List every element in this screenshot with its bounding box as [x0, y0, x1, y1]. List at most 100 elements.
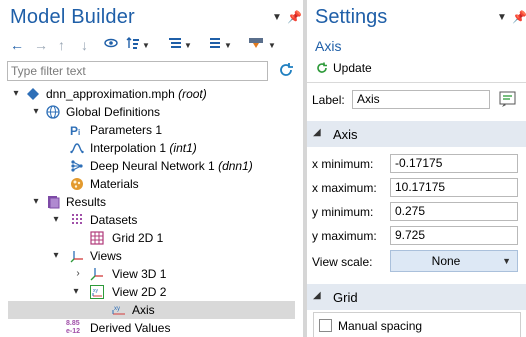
manual-spacing-label: Manual spacing: [338, 319, 423, 333]
tree-node-root[interactable]: ▾ dnn_approximation.mph (root): [8, 85, 295, 103]
svg-text:xy: xy: [114, 306, 120, 312]
pin-icon[interactable]: 📌: [512, 10, 526, 24]
tree-node-label: Results: [66, 195, 107, 209]
tree-node-interpolation[interactable]: Interpolation 1 (int1): [8, 139, 295, 157]
tree-node-derived-values[interactable]: 8.85 e-12 Derived Values: [8, 319, 295, 337]
tree-node-label: Views: [90, 249, 122, 263]
tree-node-results[interactable]: ▾ Results: [8, 193, 295, 211]
view-scale-value: None: [431, 254, 461, 268]
tree-node-label: Axis: [132, 303, 155, 317]
collapse-arrow-icon[interactable]: ▾: [30, 193, 42, 211]
section-collapse-icon: ◢: [313, 290, 321, 301]
tree-node-axis[interactable]: xy Axis: [8, 301, 295, 319]
collapse-arrow-icon[interactable]: ▾: [30, 103, 42, 121]
tree-node-label: Global Definitions: [66, 105, 161, 119]
move-up-icon[interactable]: ↑: [58, 36, 65, 54]
chevron-down-icon: ▼: [502, 256, 511, 266]
separator: [307, 82, 526, 83]
tree-node-label: Materials: [90, 177, 139, 191]
panel-title: Model Builder: [10, 6, 135, 28]
view-2d-icon: xy: [90, 285, 104, 299]
collapse-arrow-icon[interactable]: ▾: [70, 283, 82, 301]
neural-network-icon: [70, 159, 84, 173]
tree-node-label: Derived Values: [90, 321, 171, 335]
collapse-arrow-icon[interactable]: ▾: [50, 211, 62, 229]
expand-icon[interactable]: ▼: [168, 36, 192, 54]
view-scale-select[interactable]: None ▼: [390, 250, 518, 272]
derived-icon-bottom: e-12: [66, 328, 81, 335]
tree-node-parameters[interactable]: Pi Parameters 1: [8, 121, 295, 139]
grid-section-header[interactable]: ◢ Grid: [307, 284, 526, 310]
label-input[interactable]: Axis: [352, 90, 490, 109]
model-icon[interactable]: ▼: [248, 36, 276, 54]
pin-icon[interactable]: 📌: [287, 10, 302, 24]
pane-menu-icon[interactable]: ▼: [272, 12, 282, 23]
model-file-icon: [26, 87, 40, 101]
tree-node-label: Deep Neural Network 1 (dnn1): [90, 157, 253, 175]
settings-subtitle: Axis: [315, 38, 342, 54]
section-title: Grid: [333, 290, 358, 305]
update-label: Update: [333, 61, 372, 75]
tree-node-view3d[interactable]: › View 3D 1: [8, 265, 295, 283]
back-arrow-icon[interactable]: ←: [10, 36, 24, 54]
update-button[interactable]: Update: [315, 59, 372, 77]
refresh-icon[interactable]: [277, 61, 295, 79]
tree-node-views[interactable]: ▾ Views: [8, 247, 295, 265]
tree-node-label: Datasets: [90, 213, 138, 227]
root-name: dnn_approximation.mph: [46, 87, 175, 101]
tree-filter-input[interactable]: [7, 61, 268, 81]
axis-icon: xy: [112, 303, 126, 317]
x-max-input[interactable]: 10.17175: [390, 178, 518, 197]
interp-tag: (int1): [169, 141, 197, 155]
globe-icon: [46, 105, 60, 119]
x-min-input[interactable]: -0.17175: [390, 154, 518, 173]
x-min-label: x minimum:: [312, 157, 374, 171]
dnn-name: Deep Neural Network 1: [90, 159, 215, 173]
derived-icon-top: 8.85: [66, 320, 80, 327]
settings-title: Settings: [315, 6, 388, 28]
materials-icon: [70, 177, 84, 191]
tree-node-dnn[interactable]: Deep Neural Network 1 (dnn1): [8, 157, 295, 175]
tree-node-global-definitions[interactable]: ▾ Global Definitions: [8, 103, 295, 121]
view-scale-label: View scale:: [312, 255, 373, 269]
y-min-input[interactable]: 0.275: [390, 202, 518, 221]
axis-section-header[interactable]: ◢ Axis: [307, 121, 526, 147]
view-3d-icon: [90, 267, 104, 281]
section-collapse-icon: ◢: [313, 127, 321, 138]
y-min-label: y minimum:: [312, 205, 374, 219]
parameter-icon: Pi: [70, 124, 81, 138]
show-icon[interactable]: [104, 36, 118, 54]
tree-node-view2d[interactable]: ▾ xy View 2D 2: [8, 283, 295, 301]
expand-arrow-icon[interactable]: ›: [72, 265, 84, 283]
y-max-label: y maximum:: [312, 229, 377, 243]
manual-spacing-checkbox[interactable]: Manual spacing: [319, 318, 422, 334]
dnn-tag: (dnn1): [218, 159, 253, 173]
collapse-arrow-icon[interactable]: ▾: [10, 85, 22, 103]
update-icon: [315, 61, 329, 75]
tree-node-label: View 3D 1: [112, 267, 167, 281]
label-edit-icon[interactable]: [498, 89, 518, 109]
svg-text:xy: xy: [93, 288, 99, 294]
tree-node-grid2d[interactable]: Grid 2D 1: [8, 229, 295, 247]
tree-node-root-label: dnn_approximation.mph (root): [46, 85, 207, 103]
forward-arrow-icon[interactable]: →: [34, 36, 48, 54]
list-icon[interactable]: ▼: [208, 36, 232, 54]
tree-node-label: Parameters 1: [90, 123, 163, 137]
model-builder-titlebar: Model Builder ▼ 📌: [0, 0, 303, 34]
tree-node-label: View 2D 2: [112, 285, 167, 299]
root-tag: (root): [178, 87, 207, 101]
tree-node-datasets[interactable]: ▾ Datasets: [8, 211, 295, 229]
collapse-arrow-icon[interactable]: ▾: [50, 247, 62, 265]
sort-icon[interactable]: ▼: [126, 36, 150, 54]
views-axes-icon: [70, 249, 84, 263]
move-down-icon[interactable]: ↓: [81, 36, 88, 54]
tree-node-label: Grid 2D 1: [112, 231, 164, 245]
x-max-label: x maximum:: [312, 181, 377, 195]
checkbox-box[interactable]: [319, 319, 332, 332]
tree-node-materials[interactable]: Materials: [8, 175, 295, 193]
settings-panel: Settings ▼ 📌 Axis Update Label: Axis ◢ A…: [307, 0, 526, 337]
model-builder-panel: Model Builder ▼ 📌 ← → ↑ ↓ ▼ ▼ ▼ ▼ ▾: [0, 0, 303, 337]
pane-menu-icon[interactable]: ▼: [497, 12, 507, 23]
y-max-input[interactable]: 9.725: [390, 226, 518, 245]
section-title: Axis: [333, 127, 358, 142]
